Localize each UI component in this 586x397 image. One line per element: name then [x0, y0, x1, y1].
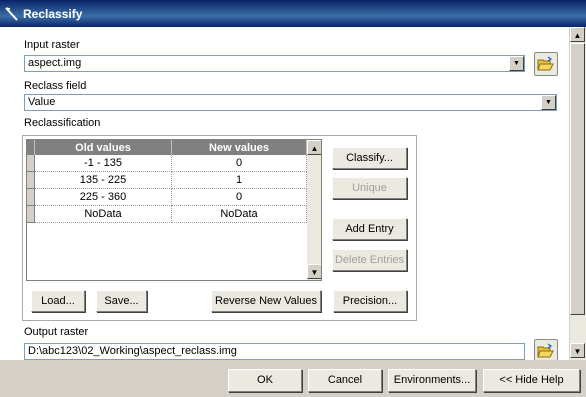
new-value-cell[interactable]: 0 [171, 155, 307, 172]
input-raster-value: aspect.img [28, 57, 82, 69]
dialog-scrollbar[interactable]: ▲ ▼ [569, 27, 586, 360]
cancel-button[interactable]: Cancel [308, 369, 382, 392]
row-selector-header [27, 140, 35, 155]
ok-button[interactable]: OK [228, 369, 302, 392]
open-folder-icon [537, 56, 554, 71]
reclassify-tool-icon [5, 6, 18, 21]
delete-entries-button[interactable]: Delete Entries [332, 249, 407, 271]
open-folder-icon [537, 343, 554, 358]
row-selector[interactable] [27, 205, 35, 223]
row-selector[interactable] [27, 171, 35, 189]
precision-button[interactable]: Precision... [333, 290, 407, 312]
unique-button[interactable]: Unique [332, 177, 407, 199]
dialog-footer: OK Cancel Environments... << Hide Help [0, 360, 586, 397]
old-values-header[interactable]: Old values [34, 140, 172, 155]
reclass-field-combo[interactable]: Value ▼ [24, 94, 557, 111]
old-value-cell[interactable]: 135 - 225 [34, 171, 172, 189]
table-row[interactable]: NoData NoData [27, 205, 307, 223]
table-scrollbar[interactable]: ▲ ▼ [307, 140, 321, 280]
old-value-cell[interactable]: NoData [34, 205, 172, 223]
reclass-field-label: Reclass field [24, 80, 87, 92]
output-raster-field[interactable]: D:\abc123\02_Working\aspect_reclass.img [24, 343, 525, 360]
input-raster-combo[interactable]: aspect.img ▼ [24, 55, 525, 72]
row-selector[interactable] [27, 188, 35, 206]
add-entry-button[interactable]: Add Entry [332, 218, 407, 240]
new-value-cell[interactable]: 0 [171, 188, 307, 206]
table-scroll-down-button[interactable]: ▼ [307, 264, 321, 279]
window-title: Reclassify [23, 6, 83, 21]
hide-help-button[interactable]: << Hide Help [483, 369, 580, 392]
new-value-cell[interactable]: 1 [171, 171, 307, 189]
reverse-new-values-button[interactable]: Reverse New Values [211, 290, 321, 312]
reclassification-table[interactable]: Old values New values -1 - 135 0 135 - 2… [26, 139, 322, 281]
output-raster-label: Output raster [24, 326, 89, 338]
reclass-field-value: Value [28, 96, 56, 108]
input-raster-browse-button[interactable] [534, 52, 558, 76]
title-bar[interactable]: Reclassify [0, 0, 586, 27]
input-raster-label: Input raster [24, 39, 80, 51]
chevron-down-icon[interactable]: ▼ [509, 56, 524, 71]
save-button[interactable]: Save... [96, 290, 147, 312]
load-button[interactable]: Load... [31, 290, 85, 312]
scroll-up-button[interactable]: ▲ [570, 27, 585, 42]
table-header-row: Old values New values [27, 140, 307, 155]
new-value-cell[interactable]: NoData [171, 205, 307, 223]
table-row[interactable]: 135 - 225 1 [27, 171, 307, 189]
reclassification-label: Reclassification [24, 117, 101, 129]
classify-button[interactable]: Classify... [332, 147, 407, 169]
new-values-header[interactable]: New values [171, 140, 307, 155]
scroll-down-button[interactable]: ▼ [570, 343, 585, 358]
table-scroll-up-button[interactable]: ▲ [307, 140, 321, 155]
scroll-thumb[interactable] [570, 43, 585, 315]
table-row[interactable]: -1 - 135 0 [27, 155, 307, 172]
environments-button[interactable]: Environments... [388, 369, 476, 392]
old-value-cell[interactable]: 225 - 360 [34, 188, 172, 206]
old-value-cell[interactable]: -1 - 135 [34, 155, 172, 172]
row-selector[interactable] [27, 155, 35, 172]
chevron-down-icon[interactable]: ▼ [541, 95, 556, 110]
table-row[interactable]: 225 - 360 0 [27, 188, 307, 206]
